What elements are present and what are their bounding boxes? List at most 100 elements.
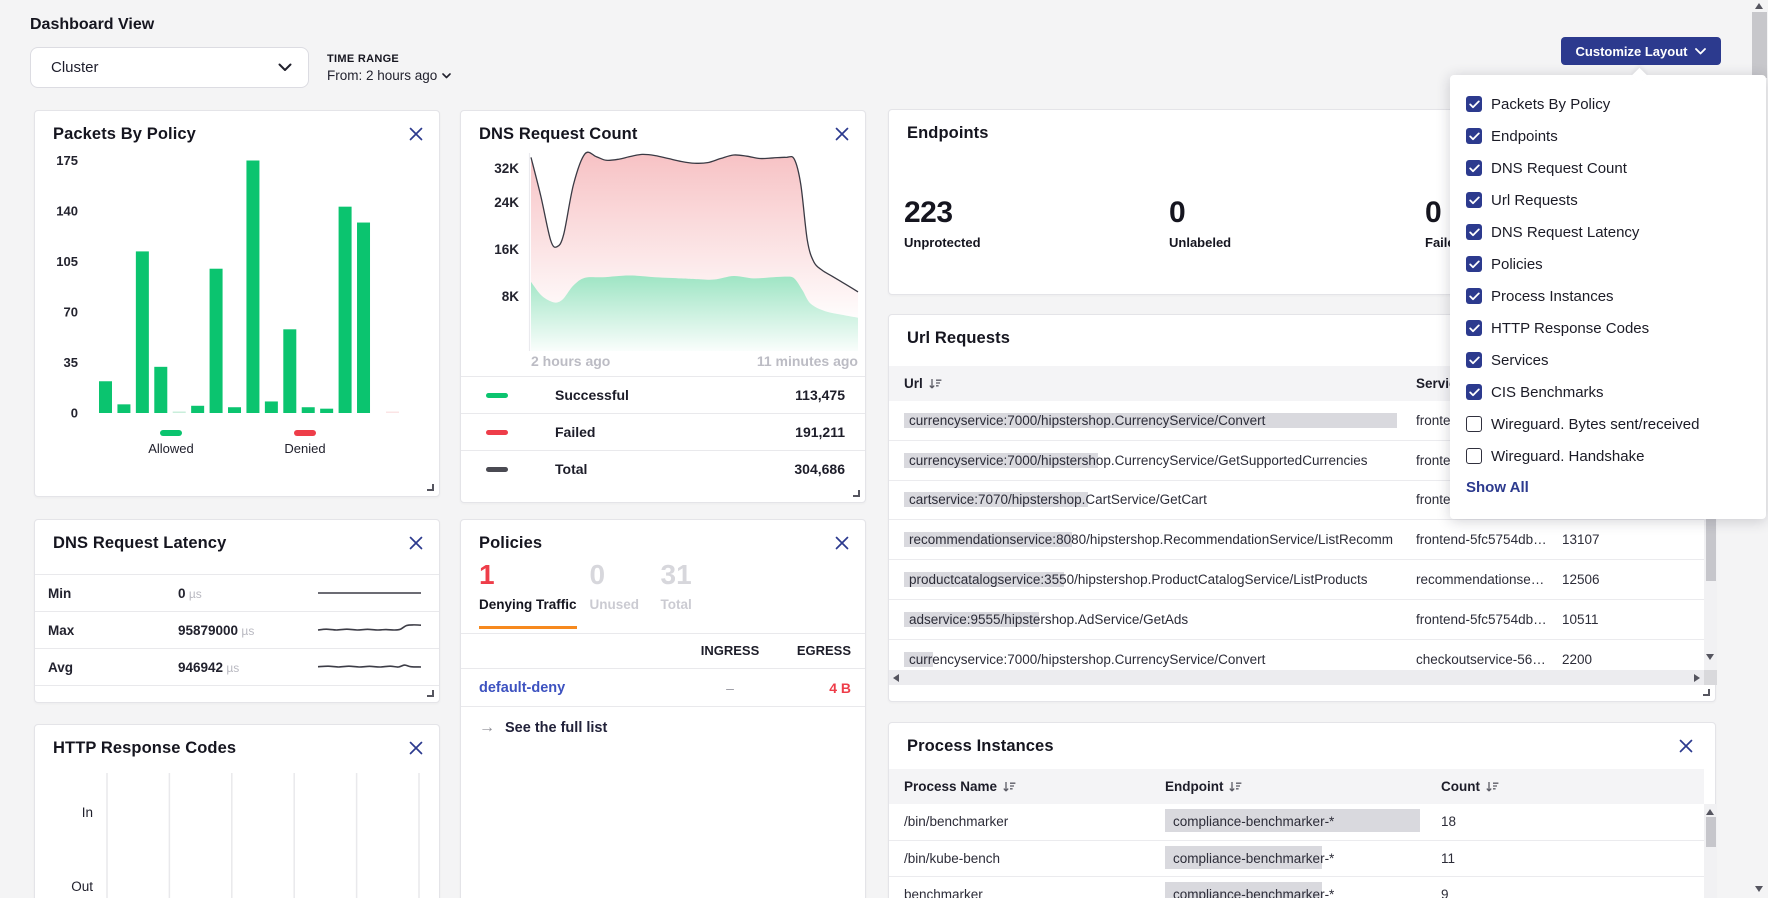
checkbox-checked-icon[interactable] — [1466, 128, 1482, 144]
card-http-response-codes: HTTP Response Codes InOut — [34, 724, 440, 898]
process-name-cell: /bin/benchmarker — [889, 814, 1165, 829]
count-cell: 9 — [1441, 887, 1581, 898]
process-table-header: Process Name Endpoint Count — [889, 769, 1704, 804]
svg-text:24K: 24K — [494, 195, 519, 210]
metric-label: Unlabeled — [1169, 235, 1425, 250]
url-text: currencyservice:7000/hipstershop.Currenc… — [904, 652, 1265, 667]
legend-swatch — [486, 393, 508, 398]
column-header-url[interactable]: Url — [889, 376, 1416, 391]
policies-tab-unused[interactable]: 0Unused — [590, 560, 648, 629]
close-icon[interactable] — [835, 536, 849, 550]
menu-items: Packets By Policy Endpoints DNS Request Co… — [1466, 88, 1766, 472]
checkbox-checked-icon[interactable] — [1466, 256, 1482, 272]
url-text: cartservice:7070/hipstershop.CartService… — [904, 492, 1207, 507]
menu-item-label: Wireguard. Bytes sent/received — [1491, 416, 1699, 433]
menu-item-label: Endpoints — [1491, 128, 1558, 145]
endpoint-cell: compliance-benchmarker-* — [1165, 851, 1441, 866]
show-all-link[interactable]: Show All — [1466, 479, 1529, 496]
scroll-right-arrow[interactable] — [1694, 674, 1700, 682]
checkbox-unchecked-icon[interactable] — [1466, 448, 1482, 464]
checkbox-checked-icon[interactable] — [1466, 96, 1482, 112]
policies-tab-denying-traffic[interactable]: 1 Denying Traffic — [479, 560, 577, 629]
resize-handle[interactable] — [427, 484, 434, 491]
latency-unit: µs — [238, 624, 254, 638]
checkbox-checked-icon[interactable] — [1466, 288, 1482, 304]
horizontal-scrollbar[interactable] — [889, 670, 1704, 685]
checkbox-checked-icon[interactable] — [1466, 352, 1482, 368]
checkbox-unchecked-icon[interactable] — [1466, 416, 1482, 432]
policies-tab-total[interactable]: 31 Total — [661, 560, 719, 629]
count-cell: 13107 — [1562, 532, 1704, 547]
checkbox-checked-icon[interactable] — [1466, 160, 1482, 176]
resize-handle[interactable] — [853, 490, 860, 497]
card-title: Policies — [479, 534, 542, 553]
chevron-down-icon — [442, 73, 451, 79]
menu-item-cis-benchmarks[interactable]: CIS Benchmarks — [1466, 376, 1766, 408]
resize-handle[interactable] — [1703, 689, 1710, 696]
table-row[interactable]: productcatalogservice:3550/hipstershop.P… — [889, 560, 1704, 600]
menu-item-endpoints[interactable]: Endpoints — [1466, 120, 1766, 152]
checkbox-checked-icon[interactable] — [1466, 192, 1482, 208]
time-range-value[interactable]: From: 2 hours ago — [327, 68, 451, 83]
menu-item-http-response-codes[interactable]: HTTP Response Codes — [1466, 312, 1766, 344]
arrow-right-icon: → — [479, 719, 495, 737]
menu-item-policies[interactable]: Policies — [1466, 248, 1766, 280]
checkbox-checked-icon[interactable] — [1466, 384, 1482, 400]
svg-text:35: 35 — [64, 355, 78, 370]
tab-count: 1 — [479, 560, 577, 591]
sparkline-avg — [317, 655, 422, 679]
scroll-down-arrow[interactable] — [1755, 886, 1763, 892]
legend-row-failed: Failed191,211 — [461, 413, 865, 450]
endpoint-metric-unprotected: 223Unprotected — [904, 198, 1169, 250]
menu-item-packets-by-policy[interactable]: Packets By Policy — [1466, 88, 1766, 120]
checkbox-checked-icon[interactable] — [1466, 224, 1482, 240]
svg-text:Allowed: Allowed — [148, 441, 194, 456]
scroll-left-arrow[interactable] — [893, 674, 899, 682]
table-row[interactable]: recommendationservice:8080/hipstershop.R… — [889, 520, 1704, 560]
menu-item-wireguard-bytes-sent-received[interactable]: Wireguard. Bytes sent/received — [1466, 408, 1766, 440]
table-row[interactable]: /bin/kube-benchcompliance-benchmarker-*1… — [889, 841, 1704, 878]
tab-label: Total — [661, 597, 719, 612]
menu-item-url-requests[interactable]: Url Requests — [1466, 184, 1766, 216]
checkbox-checked-icon[interactable] — [1466, 320, 1482, 336]
policy-name-link[interactable]: default-deny — [479, 680, 673, 696]
scrollbar-thumb[interactable] — [1752, 12, 1767, 78]
url-cell: currencyservice:7000/hipstershop.Currenc… — [889, 652, 1416, 667]
url-text: currencyservice:7000/hipstershop.Currenc… — [904, 413, 1265, 428]
service-cell: frontend-5fc5754db… — [1416, 612, 1562, 627]
table-row[interactable]: /bin/benchmarkercompliance-benchmarker-*… — [889, 804, 1704, 841]
svg-text:Out: Out — [71, 879, 93, 894]
time-range-label: TIME RANGE — [327, 53, 451, 65]
resize-handle[interactable] — [427, 690, 434, 697]
dns-request-count-legend: Successful113,475Failed191,211Total304,6… — [461, 376, 865, 487]
endpoint-metric-unlabeled: 0Unlabeled — [1169, 198, 1425, 250]
menu-item-services[interactable]: Services — [1466, 344, 1766, 376]
endpoint-cell: compliance-benchmarker-* — [1165, 814, 1441, 829]
column-header-count[interactable]: Count — [1441, 779, 1581, 794]
scroll-up-arrow[interactable] — [1755, 3, 1763, 9]
close-icon[interactable] — [409, 536, 423, 550]
tab-count: 0 — [590, 560, 648, 591]
menu-item-process-instances[interactable]: Process Instances — [1466, 280, 1766, 312]
view-selector[interactable]: Cluster — [30, 47, 309, 88]
vertical-scrollbar[interactable] — [1704, 804, 1717, 898]
column-header-process-name[interactable]: Process Name — [889, 779, 1165, 794]
close-icon[interactable] — [1679, 739, 1693, 753]
endpoint-text: compliance-benchmarker-* — [1165, 887, 1334, 898]
close-icon[interactable] — [409, 741, 423, 755]
customize-layout-button[interactable]: Customize Layout — [1561, 37, 1721, 65]
latency-row-max: Max95879000 µs — [35, 611, 439, 648]
tab-label: Denying Traffic — [479, 597, 577, 612]
menu-item-wireguard-handshake[interactable]: Wireguard. Handshake — [1466, 440, 1766, 472]
menu-item-label: HTTP Response Codes — [1491, 320, 1649, 337]
menu-item-dns-request-count[interactable]: DNS Request Count — [1466, 152, 1766, 184]
tab-count: 31 — [661, 560, 719, 591]
column-header-endpoint[interactable]: Endpoint — [1165, 779, 1441, 794]
customize-layout-menu: Packets By Policy Endpoints DNS Request Co… — [1450, 75, 1766, 519]
see-full-list-link[interactable]: → See the full list — [479, 719, 607, 737]
policies-table: INGRESS EGRESS default-deny–4 B — [461, 633, 865, 707]
table-row[interactable]: adservice:9555/hipstershop.AdService/Get… — [889, 600, 1704, 640]
table-row[interactable]: benchmarkercompliance-benchmarker-*9 — [889, 877, 1704, 898]
legend-value: 191,211 — [795, 424, 845, 440]
menu-item-dns-request-latency[interactable]: DNS Request Latency — [1466, 216, 1766, 248]
